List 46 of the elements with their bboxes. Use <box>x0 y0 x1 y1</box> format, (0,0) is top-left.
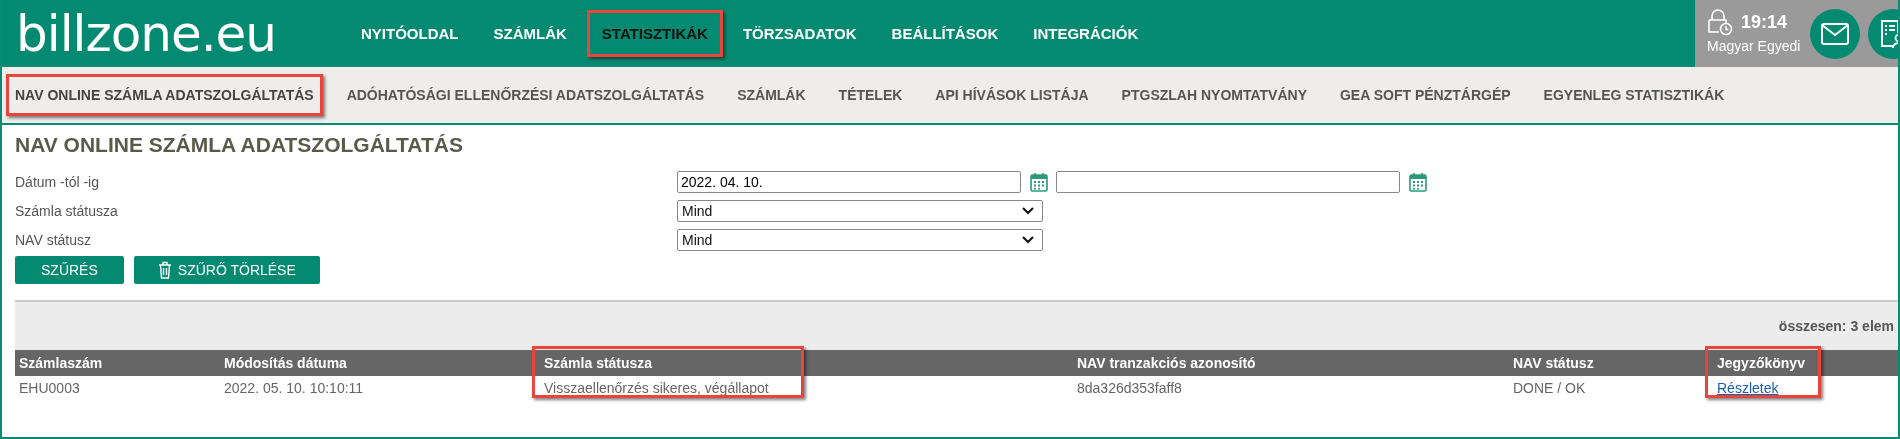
filter-button[interactable]: SZŰRÉS <box>15 256 124 284</box>
filter-label: Dátum -tól -ig <box>15 173 101 190</box>
calendar-icon[interactable] <box>1409 171 1427 192</box>
table-cell-text: 2022. 05. 10. 10:10:11 <box>223 380 365 396</box>
calendar-icon[interactable] <box>1030 171 1048 192</box>
chevron-down-icon <box>1022 235 1034 244</box>
subnav-tab[interactable]: ADÓHATÓSÁGI ELLENŐRZÉSI ADATSZOLGÁLTATÁS <box>337 74 714 116</box>
subnav-tab[interactable]: SZÁMLÁK <box>728 74 815 116</box>
subnav-tab[interactable]: EGYENLEG STATISZTIKÁK <box>1534 74 1734 116</box>
chevron-down-icon <box>1022 206 1034 215</box>
column-header: Jegyzőkönyv <box>1716 355 1806 371</box>
filter-label: NAV státusz <box>15 231 92 248</box>
table-cell-text: EHU0003 <box>18 380 81 396</box>
subnav-tab[interactable]: API HÍVÁSOK LISTÁJA <box>926 74 1098 116</box>
table-cell-text: Visszaellenőrzés sikeres, végállapot <box>543 380 770 396</box>
nav-item[interactable]: STATISZTIKÁK <box>586 10 723 57</box>
page-title: NAV ONLINE SZÁMLA ADATSZOLGÁLTATÁS <box>15 133 464 157</box>
nav-item[interactable]: SZÁMLÁK <box>478 10 582 57</box>
trash-icon <box>157 261 172 279</box>
subnav-tab[interactable]: PTGSZLAH NYOMTATVÁNY <box>1112 74 1316 116</box>
nav-item[interactable]: INTEGRÁCIÓK <box>1018 10 1154 57</box>
nav-item[interactable]: NYITÓOLDAL <box>346 10 474 57</box>
filter-label: Számla státusza <box>15 202 119 219</box>
total-count: összesen: 3 elem <box>1778 318 1894 334</box>
status-dropdown[interactable]: Mind <box>677 228 1043 251</box>
column-header: NAV státusz <box>1512 355 1595 371</box>
column-header: Számla státusza <box>543 355 654 371</box>
subnav-tab[interactable]: GEA SOFT PÉNZTÁRGÉP <box>1331 74 1520 116</box>
table-cell-text: DONE / OK <box>1512 380 1587 396</box>
nav-item[interactable]: TÖRZSADATOK <box>727 10 872 57</box>
column-header: Módosítás dátuma <box>223 355 348 371</box>
session-time: 19:14 <box>1741 11 1788 33</box>
details-link[interactable]: Részletek <box>1717 380 1779 396</box>
lock-clock-icon <box>1707 8 1733 36</box>
subnav-tab[interactable]: NAV ONLINE SZÁMLA ADATSZOLGÁLTATÁS <box>6 74 323 116</box>
status-dropdown[interactable]: Mind <box>677 199 1043 222</box>
nav-item[interactable]: BEÁLLÍTÁSOK <box>876 10 1014 57</box>
user-name: Magyar Egyedi <box>1707 38 1802 54</box>
column-header: NAV tranzakciós azonosító <box>1076 355 1257 371</box>
subnav-tab[interactable]: TÉTELEK <box>829 74 912 116</box>
table-cell-text: 8da326d353faff8 <box>1076 380 1183 396</box>
column-header: Számlaszám <box>18 355 104 371</box>
filter-button[interactable]: SZŰRŐ TÖRLÉSE <box>133 256 320 284</box>
date-from-field[interactable]: 2022. 04. 10. <box>677 170 1021 193</box>
date-to-field[interactable] <box>1056 170 1400 193</box>
logo[interactable]: billzone.eu <box>16 4 346 63</box>
